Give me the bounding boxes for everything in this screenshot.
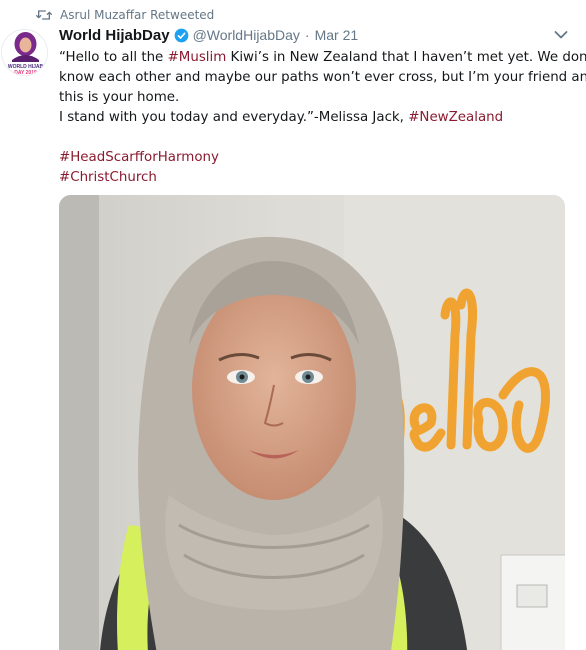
retweet-context: Asrul Muzaffar Retweeted [36, 7, 214, 23]
hashtag-link[interactable]: #HeadScarfforHarmony [59, 148, 569, 168]
photo-image: hello [59, 195, 565, 650]
tweet-card[interactable]: Asrul Muzaffar Retweeted WORLD HIJAB DAY… [0, 0, 586, 650]
tweet-text-line-3: this is your home. [59, 90, 180, 105]
tweet-photo[interactable]: hello [59, 195, 565, 650]
tweet-text-line-2: know each other and maybe our paths won’… [59, 70, 586, 85]
hashtag-link[interactable]: #NewZealand [408, 110, 503, 125]
display-name[interactable]: World HijabDay [59, 27, 170, 44]
verified-badge-icon [174, 28, 188, 42]
avatar-image: WORLD HIJAB DAY 2019 [2, 30, 47, 76]
tweet-text-line-1: “Hello to all the #Muslim Kiwi’s in New … [59, 50, 586, 65]
user-handle[interactable]: @WorldHijabDay [193, 27, 300, 43]
header-separator: · [304, 27, 310, 43]
hashtag-link[interactable]: #ChristChurch [59, 168, 569, 188]
avatar-badge-line2: DAY 2019 [14, 70, 37, 76]
retweeted-by-label[interactable]: Asrul Muzaffar Retweeted [60, 8, 214, 22]
neon-sign-text: hello [59, 195, 62, 196]
avatar[interactable]: WORLD HIJAB DAY 2019 [1, 29, 48, 76]
tweet-header: World HijabDay @WorldHijabDay · Mar 21 [59, 26, 358, 44]
hashtag-link[interactable]: #Muslim [168, 50, 227, 65]
tweet-text-line-4: I stand with you today and everyday.”-Me… [59, 110, 504, 125]
retweet-icon [36, 10, 52, 20]
chevron-down-icon[interactable] [554, 30, 568, 40]
text-spacer [59, 128, 569, 148]
tweet-timestamp[interactable]: Mar 21 [315, 27, 359, 43]
tweet-text: “Hello to all the #Muslim Kiwi’s in New … [59, 48, 586, 188]
